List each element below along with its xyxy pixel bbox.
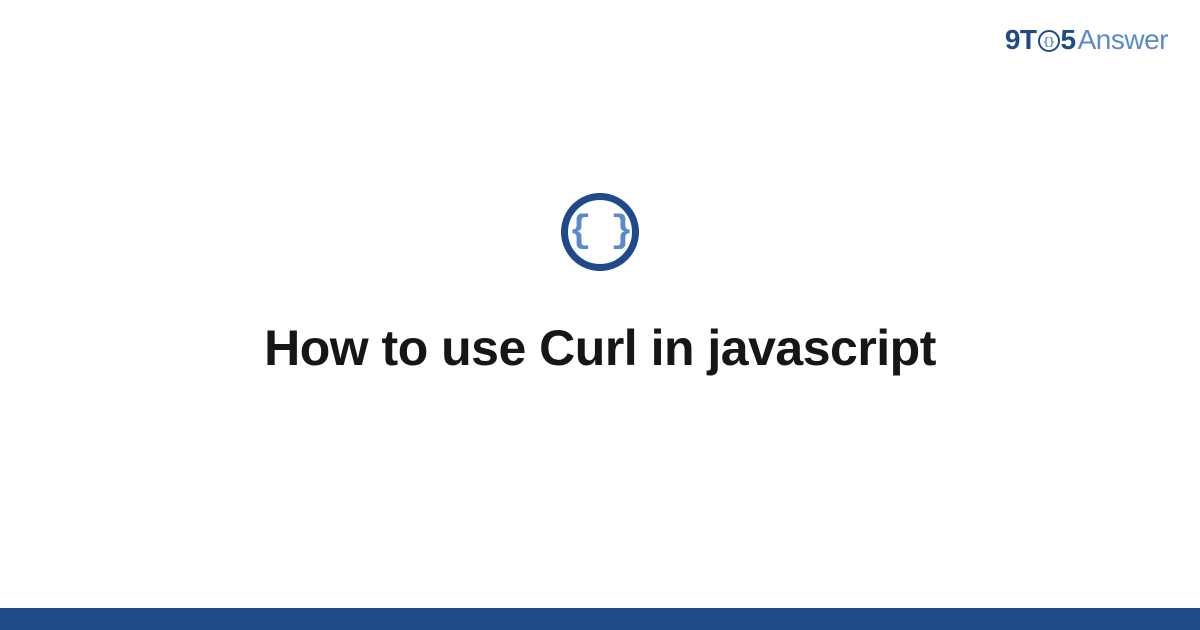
footer-accent-bar xyxy=(0,608,1200,630)
main-content: { } How to use Curl in javascript xyxy=(0,0,1200,630)
code-braces-icon: { } xyxy=(569,213,631,251)
question-title: How to use Curl in javascript xyxy=(264,319,936,377)
category-icon-circle: { } xyxy=(561,193,639,271)
